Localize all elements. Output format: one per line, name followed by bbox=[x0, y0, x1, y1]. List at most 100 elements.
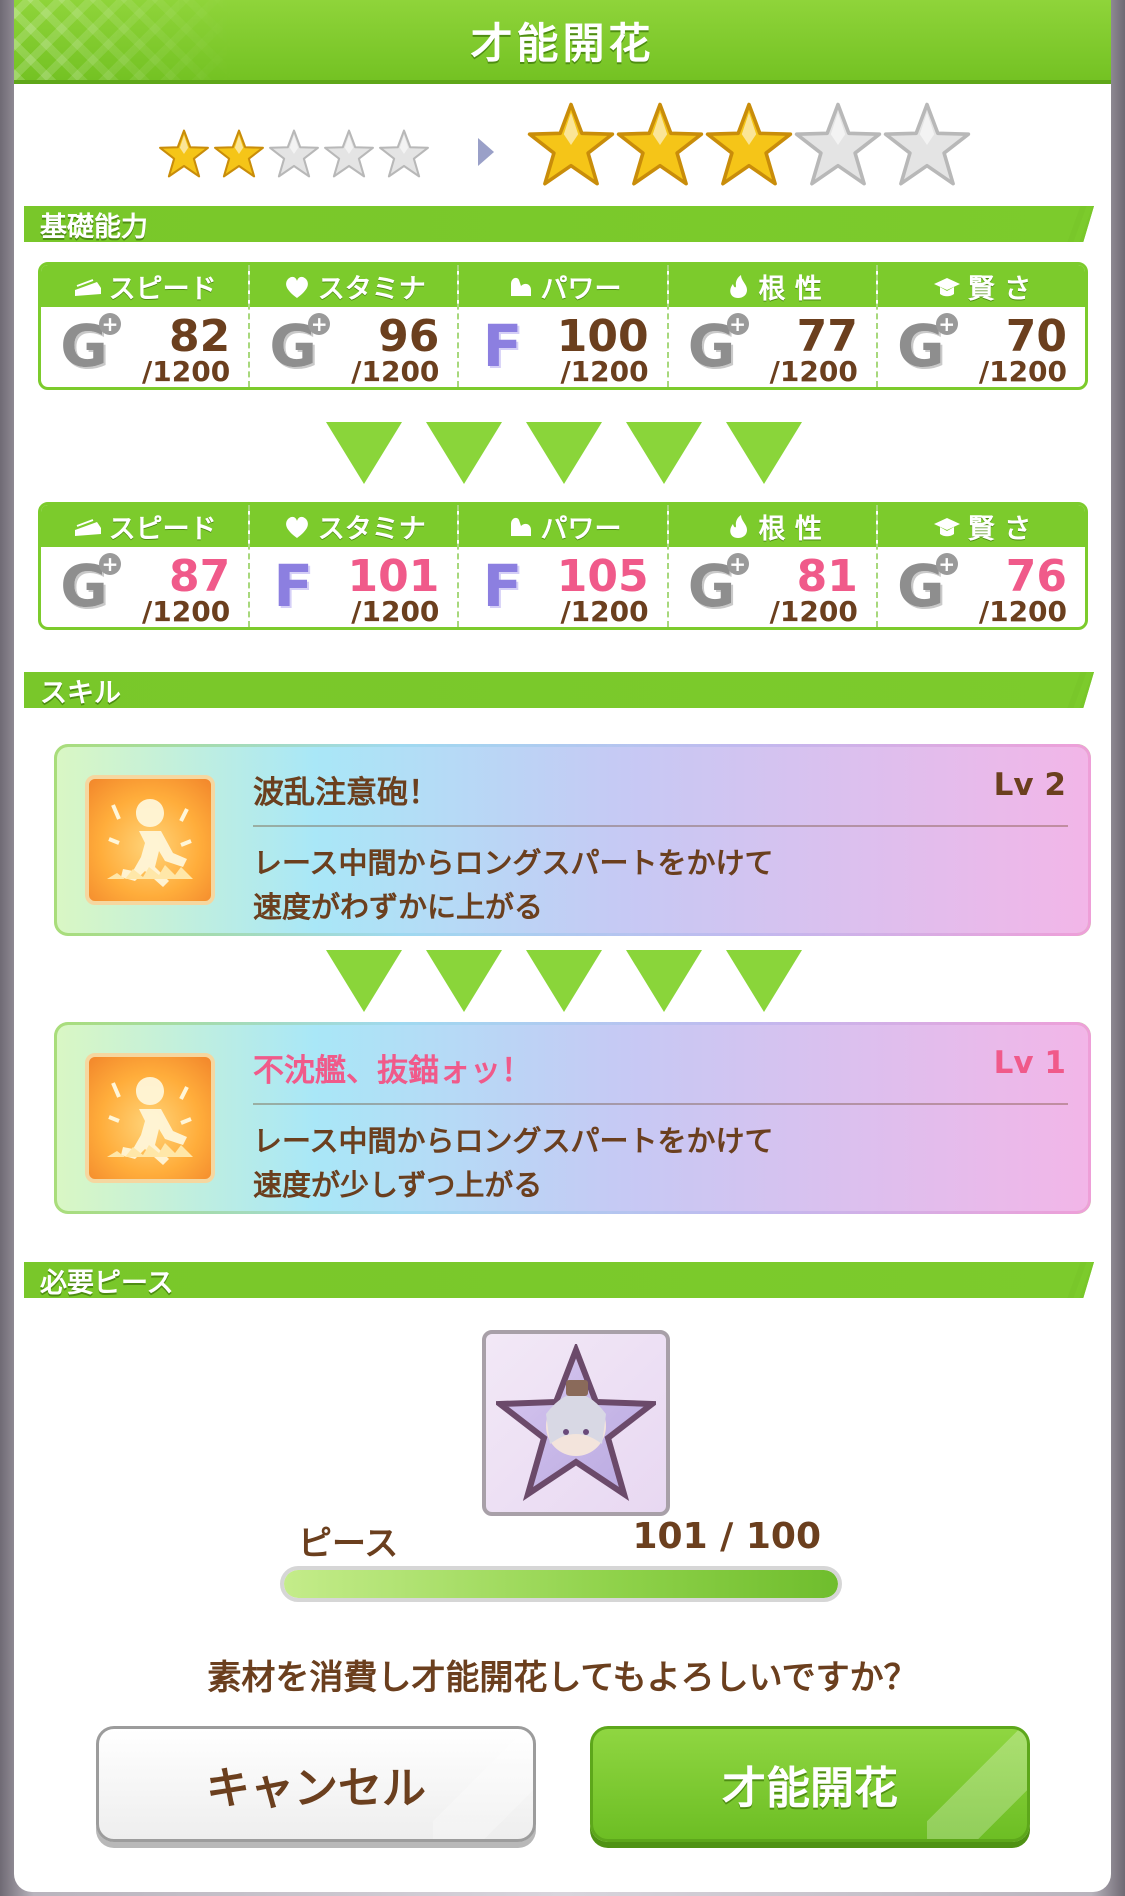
stat-label: パワー bbox=[540, 273, 622, 305]
stat-header: 根 性 bbox=[668, 505, 876, 547]
stat-label: スピード bbox=[108, 273, 217, 305]
stat-label: 根 性 bbox=[758, 513, 822, 545]
section-header-required-pieces: 必要ピース bbox=[24, 1262, 1094, 1298]
down-arrow-icon bbox=[526, 950, 602, 1012]
heart-icon bbox=[282, 512, 312, 540]
grade-badge: F bbox=[273, 552, 314, 620]
awaken-button[interactable]: 才能開花 bbox=[590, 1726, 1030, 1842]
empty-star-icon bbox=[323, 128, 375, 180]
stat-column: 根 性 G +77/1200 bbox=[668, 265, 878, 387]
stat-header: パワー bbox=[459, 265, 667, 307]
filled-star-icon bbox=[213, 128, 265, 180]
stat-column: スタミナ G +96/1200 bbox=[250, 265, 460, 388]
stat-body: G +70/1200 bbox=[878, 307, 1085, 387]
empty-star-icon bbox=[378, 128, 430, 180]
down-arrow-icon bbox=[426, 950, 502, 1012]
stat-max: /1200 bbox=[978, 355, 1068, 388]
stat-max: /1200 bbox=[560, 595, 649, 628]
empty-star-icon bbox=[882, 100, 972, 190]
section-title-base-stats: 基礎能力 bbox=[40, 211, 148, 243]
filled-star-icon bbox=[615, 100, 705, 190]
slash-decoration bbox=[1070, 672, 1092, 708]
stat-label: 根 性 bbox=[758, 273, 822, 305]
empty-star-icon bbox=[793, 100, 883, 190]
slash-decoration bbox=[1070, 1262, 1092, 1298]
stat-header: スタミナ bbox=[250, 265, 458, 307]
skill-name: 不沈艦、抜錨ォッ！ bbox=[253, 1053, 532, 1089]
down-arrow-icon bbox=[326, 422, 402, 484]
section-title-required-pieces: 必要ピース bbox=[40, 1267, 174, 1299]
skill-card-before: 波乱注意砲！ Lv 2 レース中間からロングスパートをかけて 速度がわずかに上が… bbox=[54, 744, 1091, 936]
down-arrow-icon bbox=[626, 950, 702, 1012]
arm-icon bbox=[505, 512, 535, 540]
skill-description: レース中間からロングスパートをかけて 速度がわずかに上がる bbox=[253, 841, 1053, 929]
stat-header: スタミナ bbox=[250, 505, 458, 547]
divider bbox=[253, 825, 1068, 827]
running-horse-speed-icon bbox=[85, 1053, 215, 1183]
awakening-dialog: 才能開花 基礎能力 スピード G +82/1200 スタミナ G +96/1200 パワー F… bbox=[14, 0, 1111, 1892]
skill-arrow-row bbox=[14, 950, 1111, 1014]
stats-before-panel: スピード G +82/1200 スタミナ G +96/1200 パワー F 100/1200 根 … bbox=[38, 262, 1088, 390]
stat-label: パワー bbox=[540, 513, 622, 545]
graduation-cap-icon bbox=[932, 272, 962, 300]
flame-icon bbox=[723, 512, 753, 540]
skill-description-line: 速度が少しずつ上がる bbox=[253, 1168, 543, 1202]
graduation-cap-icon bbox=[932, 512, 962, 540]
stat-column: スピード G +87/1200 bbox=[41, 505, 251, 627]
skill-name: 波乱注意砲！ bbox=[253, 775, 439, 811]
stat-body: G +82/1200 bbox=[41, 307, 248, 387]
stat-max: /1200 bbox=[351, 355, 440, 388]
section-header-base-stats: 基礎能力 bbox=[24, 206, 1094, 242]
section-title-skill: スキル bbox=[40, 677, 121, 709]
shoe-icon bbox=[73, 512, 103, 540]
cancel-button[interactable]: キャンセル bbox=[96, 1726, 536, 1842]
slash-decoration bbox=[1070, 206, 1092, 242]
stat-max: /1200 bbox=[142, 595, 231, 628]
down-arrow-icon bbox=[426, 422, 502, 484]
down-arrow-icon bbox=[326, 950, 402, 1012]
grade-plus-icon: + bbox=[99, 553, 121, 575]
dialog-title: 才能開花 bbox=[470, 18, 655, 68]
stat-label: スタミナ bbox=[317, 273, 426, 305]
down-arrow-icon bbox=[626, 422, 702, 484]
down-arrow-icon bbox=[726, 950, 802, 1012]
stat-body: F 105/1200 bbox=[459, 547, 666, 627]
heart-icon bbox=[282, 272, 312, 300]
stat-max: /1200 bbox=[769, 595, 858, 628]
character-piece-icon bbox=[482, 1330, 670, 1516]
filled-star-icon bbox=[158, 128, 210, 180]
stat-header: 賢 さ bbox=[877, 505, 1085, 547]
piece-label: ピース bbox=[298, 1524, 399, 1564]
stat-label: スピード bbox=[108, 513, 217, 545]
stat-column: 賢 さ G +76/1200 bbox=[877, 505, 1085, 627]
rarity-arrow-icon bbox=[478, 138, 494, 166]
dialog-titlebar: 才能開花 bbox=[14, 0, 1111, 84]
skill-level: Lv 2 bbox=[993, 767, 1066, 803]
stat-body: G +76/1200 bbox=[878, 547, 1085, 627]
grade-plus-icon: + bbox=[935, 553, 958, 575]
stat-body: F 100/1200 bbox=[459, 307, 666, 387]
stat-body: G +81/1200 bbox=[669, 547, 876, 627]
filled-star-icon bbox=[704, 100, 794, 190]
skill-card-after: 不沈艦、抜錨ォッ！ Lv 1 レース中間からロングスパートをかけて 速度が少しず… bbox=[54, 1022, 1091, 1214]
skill-level: Lv 1 bbox=[993, 1045, 1066, 1081]
piece-progress-fill bbox=[284, 1570, 838, 1598]
stat-max: /1200 bbox=[142, 355, 231, 388]
stat-header: スピード bbox=[41, 265, 249, 307]
grade-plus-icon: + bbox=[726, 313, 749, 335]
confirm-message: 素材を消費し才能開花してもよろしいですか？ bbox=[207, 1658, 918, 1698]
stat-column: スタミナ F 101/1200 bbox=[250, 505, 460, 627]
stat-body: G +87/1200 bbox=[41, 547, 248, 627]
skill-description-line: レース中間からロングスパートをかけて bbox=[253, 1124, 774, 1158]
stats-arrow-row bbox=[14, 422, 1111, 486]
grade-plus-icon: + bbox=[308, 313, 331, 335]
stat-max: /1200 bbox=[978, 595, 1068, 628]
skill-description-line: 速度がわずかに上がる bbox=[253, 890, 544, 924]
piece-count: 101 / 100 bbox=[632, 1516, 821, 1557]
stats-after-panel: スピード G +87/1200 スタミナ F 101/1200 パワー F 105/1200 根 … bbox=[38, 502, 1088, 630]
shoe-icon bbox=[73, 272, 103, 300]
stat-body: F 101/1200 bbox=[250, 547, 457, 627]
skill-description: レース中間からロングスパートをかけて 速度が少しずつ上がる bbox=[253, 1119, 1053, 1207]
stat-label: 賢 さ bbox=[967, 273, 1032, 305]
stat-header: スピード bbox=[41, 505, 249, 547]
